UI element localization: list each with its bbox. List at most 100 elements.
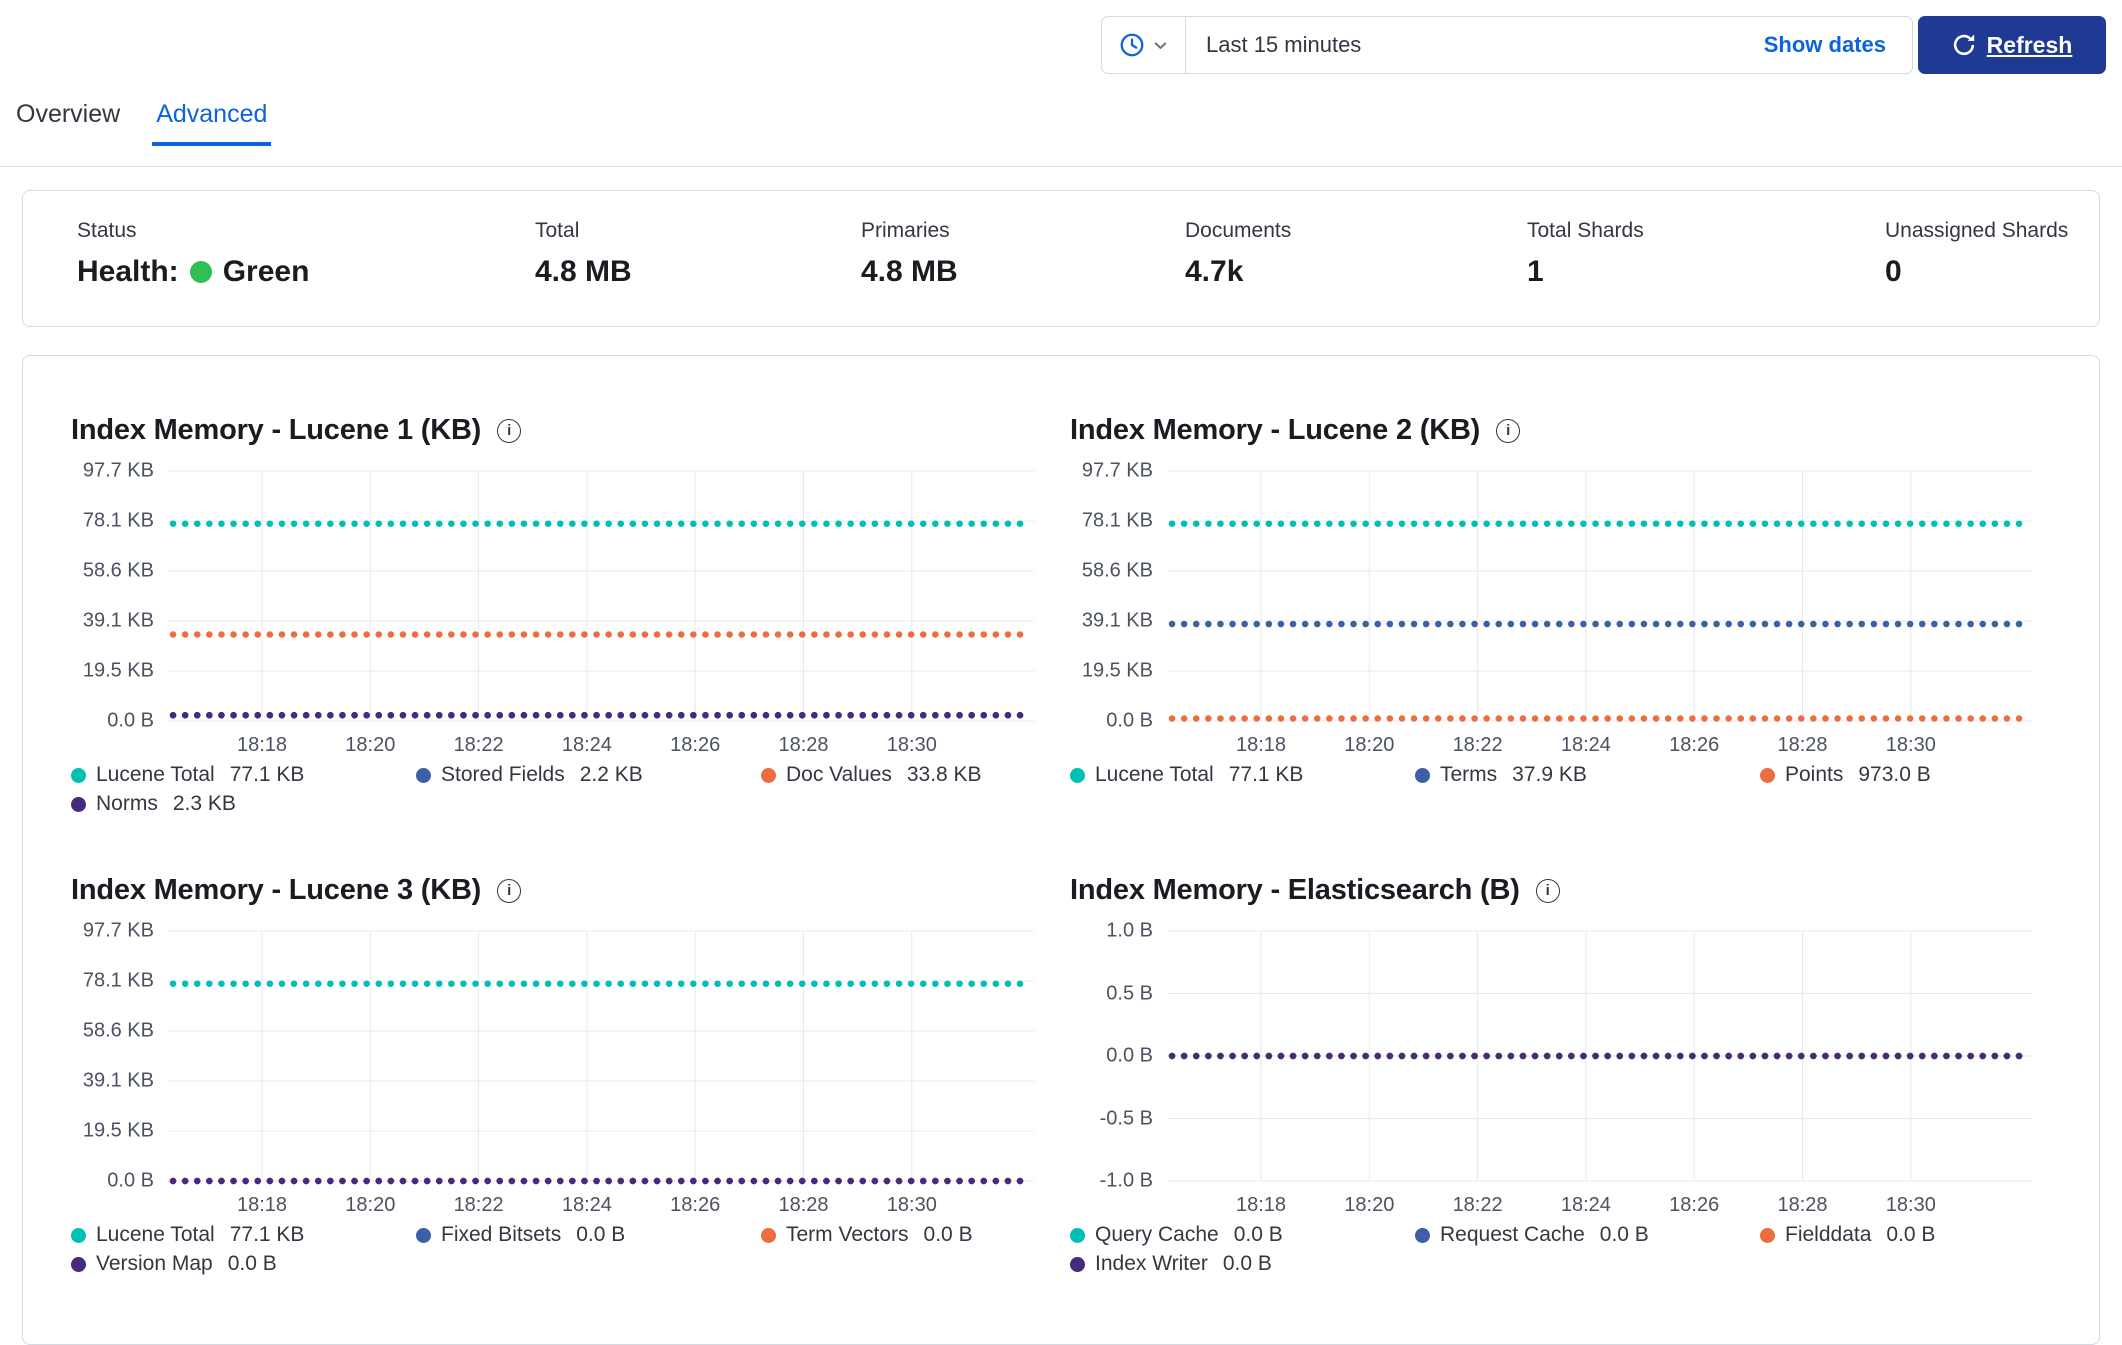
charts-panel: Index Memory - Lucene 1 (KB) i 97.7 KB 78.1… — [22, 355, 2100, 1345]
x-tick-label: 18:24 — [1560, 1194, 1611, 1216]
x-tick-label: 18:18 — [236, 734, 288, 756]
legend-item[interactable]: Lucene Total 77.1 KB — [71, 1223, 416, 1247]
legend-series-value: 0.0 B — [1222, 1252, 1272, 1275]
stat-value: 4.7k — [1185, 255, 1244, 288]
y-tick-label: 78.1 KB — [82, 509, 154, 532]
y-tick-label: 1.0 B — [1106, 919, 1153, 942]
chart-canvas — [1167, 930, 2033, 1182]
top-toolbar: Last 15 minutes Show dates Refresh — [1101, 16, 2106, 74]
info-icon[interactable]: i — [1496, 418, 1521, 443]
y-tick-label: 78.1 KB — [1081, 509, 1153, 532]
legend-series-name: Index Writer — [1095, 1252, 1208, 1275]
stat-documents: Documents 4.7k — [1185, 219, 1527, 326]
legend-item[interactable]: Norms 2.3 KB — [71, 792, 416, 816]
legend-series-value: 77.1 KB — [229, 763, 305, 786]
time-range-display[interactable]: Last 15 minutes — [1186, 31, 1764, 59]
legend-item[interactable]: Index Writer 0.0 B — [1070, 1252, 1415, 1276]
legend-dot-icon — [71, 796, 86, 812]
legend-item[interactable]: Stored Fields 2.2 KB — [416, 763, 761, 787]
legend-series-value: 77.1 KB — [229, 1223, 305, 1246]
chart-title: Index Memory - Lucene 1 (KB) — [71, 414, 482, 446]
chart-canvas — [168, 930, 1034, 1185]
chart-canvas — [168, 470, 1034, 722]
chart-title: Index Memory - Lucene 2 (KB) — [1070, 414, 1481, 446]
x-tick-label: 18:20 — [345, 734, 396, 756]
x-tick-label: 18:22 — [453, 1194, 504, 1216]
legend-dot-icon — [416, 767, 431, 783]
health-dot-icon — [189, 261, 212, 283]
legend-item[interactable]: Fixed Bitsets 0.0 B — [416, 1223, 761, 1247]
stat-value: 4.8 MB — [535, 255, 632, 288]
x-tick-label: 18:20 — [345, 1194, 396, 1216]
chart-card-2: Index Memory - Lucene 2 (KB) i 97.7 KB 78.1… — [1070, 414, 2033, 816]
x-tick-label: 18:30 — [886, 734, 937, 756]
legend-dot-icon — [416, 1227, 431, 1243]
x-tick-label: 18:24 — [561, 1194, 612, 1216]
legend-item[interactable]: Version Map 0.0 B — [71, 1252, 416, 1276]
time-picker-quick-menu-button[interactable] — [1102, 17, 1186, 73]
legend-series-name: Lucene Total — [1095, 763, 1214, 786]
legend-item[interactable]: Fielddata 0.0 B — [1760, 1223, 2033, 1247]
legend-item[interactable]: Points 973.0 B — [1760, 763, 2033, 787]
info-icon[interactable]: i — [497, 418, 522, 443]
x-tick-label: 18:26 — [670, 734, 721, 756]
tab-overview[interactable]: Overview — [12, 100, 124, 146]
y-tick-label: 19.5 KB — [82, 1119, 154, 1142]
x-tick-label: 18:30 — [1885, 1194, 1936, 1216]
refresh-icon — [1952, 33, 1976, 57]
legend-series-value: 0.0 B — [1886, 1223, 1936, 1246]
stat-primaries: Primaries 4.8 MB — [861, 219, 1185, 326]
chart-card-4: Index Memory - Elasticsearch (B) i 1.0 B 0.… — [1070, 874, 2033, 1276]
legend-series-value: 0.0 B — [923, 1223, 973, 1246]
y-tick-label: -1.0 B — [1099, 1169, 1153, 1192]
legend-dot-icon — [71, 1256, 86, 1272]
show-dates-button[interactable]: Show dates — [1764, 32, 1912, 58]
plot-column: 18:18 18:20 18:22 18:24 18:26 18:28 18:30 — [1167, 467, 2033, 761]
legend-item[interactable]: Doc Values 33.8 KB — [761, 763, 1034, 787]
stat-label: Primaries — [861, 219, 950, 242]
chart-plot-area[interactable] — [1167, 927, 2033, 1185]
x-tick-label: 18:26 — [1669, 1194, 1720, 1216]
x-tick-label: 18:22 — [453, 734, 504, 756]
x-tick-label: 18:28 — [778, 734, 829, 756]
refresh-button[interactable]: Refresh — [1918, 16, 2106, 74]
legend-series-value: 2.2 KB — [579, 763, 643, 786]
legend-dot-icon — [71, 767, 86, 783]
y-tick-label: 97.7 KB — [82, 459, 154, 482]
x-tick-label: 18:26 — [1669, 734, 1720, 756]
legend-series-value: 33.8 KB — [906, 763, 982, 786]
legend-item[interactable]: Lucene Total 77.1 KB — [1070, 763, 1415, 787]
chart-canvas — [1167, 470, 2033, 722]
chart-plot-area[interactable] — [168, 927, 1034, 1185]
x-tick-label: 18:22 — [1452, 734, 1503, 756]
legend-item[interactable]: Term Vectors 0.0 B — [761, 1223, 1034, 1247]
legend-item[interactable]: Query Cache 0.0 B — [1070, 1223, 1415, 1247]
x-tick-label: 18:22 — [1452, 1194, 1503, 1216]
legend-series-value: 37.9 KB — [1512, 763, 1587, 786]
legend-item[interactable]: Lucene Total 77.1 KB — [71, 763, 416, 787]
plot-column: 18:18 18:20 18:22 18:24 18:26 18:28 18:30 — [168, 467, 1034, 761]
chart-plot-area[interactable] — [168, 467, 1034, 725]
x-tick-label: 18:18 — [1235, 1194, 1287, 1216]
y-tick-label: 0.0 B — [1106, 709, 1153, 732]
legend-item[interactable]: Terms 37.9 KB — [1415, 763, 1760, 787]
chart-body: 1.0 B 0.5 B 0.0 B -0.5 B -1.0 B 18:18 18:20 18:… — [1070, 920, 2033, 1221]
stat-value: 0 — [1885, 255, 1902, 288]
tab-bar-divider — [0, 166, 2122, 167]
chart-plot-area[interactable] — [1167, 467, 2033, 725]
legend-dot-icon — [1070, 1256, 1085, 1272]
plot-column: 18:18 18:20 18:22 18:24 18:26 18:28 18:30 — [168, 927, 1034, 1221]
legend-dot-icon — [1415, 767, 1430, 783]
legend-series-name: Norms — [96, 792, 158, 815]
legend-series-value: 0.0 B — [576, 1223, 626, 1246]
x-tick-label: 18:28 — [1777, 734, 1828, 756]
info-icon[interactable]: i — [1535, 878, 1560, 903]
info-icon[interactable]: i — [497, 878, 522, 903]
chart-legend: Lucene Total 77.1 KB Fixed Bitsets 0.0 B Ter… — [71, 1223, 1034, 1276]
legend-item[interactable]: Request Cache 0.0 B — [1415, 1223, 1760, 1247]
legend-dot-icon — [1760, 1227, 1775, 1243]
y-tick-label: 58.6 KB — [82, 1019, 154, 1042]
x-axis: 18:18 18:20 18:22 18:24 18:26 18:28 18:30 — [1167, 725, 2033, 761]
tab-advanced[interactable]: Advanced — [152, 100, 272, 146]
health-status: Health: Green — [77, 255, 535, 289]
